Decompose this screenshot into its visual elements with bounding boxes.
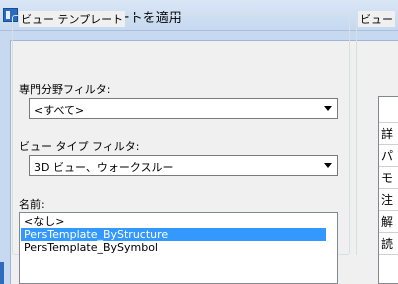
table-row[interactable]: 読	[379, 233, 398, 255]
view-type-filter-value: 3D ビュー、ウォークスルー	[34, 161, 174, 174]
names-label: 名前:	[19, 198, 45, 211]
table-header[interactable]	[379, 97, 398, 123]
table-row[interactable]: モ	[379, 167, 398, 189]
discipline-filter-dropdown[interactable]: <すべて>	[29, 98, 338, 119]
view-properties-group-legend: ビュー	[358, 11, 395, 27]
names-listbox[interactable]: <なし> PersTemplate_ByStructure PersTempla…	[19, 212, 338, 284]
view-templates-group-legend: ビュー テンプレート	[19, 11, 126, 27]
view-properties-table[interactable]: 詳 パ モ 注 解 読	[378, 96, 398, 284]
list-item-selected[interactable]: PersTemplate_ByStructure	[21, 228, 326, 241]
table-row[interactable]: 注	[379, 189, 398, 211]
window-edge	[0, 262, 4, 284]
table-row[interactable]: 詳	[379, 123, 398, 145]
list-item[interactable]: <なし>	[21, 215, 326, 228]
chevron-down-icon	[324, 106, 332, 111]
table-row[interactable]: 解	[379, 211, 398, 233]
discipline-filter-label: 専門分野フィルタ:	[19, 83, 111, 96]
view-type-filter-dropdown[interactable]: 3D ビュー、ウォークスルー	[29, 155, 338, 176]
view-type-filter-label: ビュー タイプ フィルタ:	[19, 140, 140, 153]
list-item[interactable]: PersTemplate_BySymbol	[21, 241, 326, 254]
discipline-filter-value: <すべて>	[34, 104, 85, 117]
table-row[interactable]: パ	[379, 145, 398, 167]
chevron-down-icon	[324, 163, 332, 168]
